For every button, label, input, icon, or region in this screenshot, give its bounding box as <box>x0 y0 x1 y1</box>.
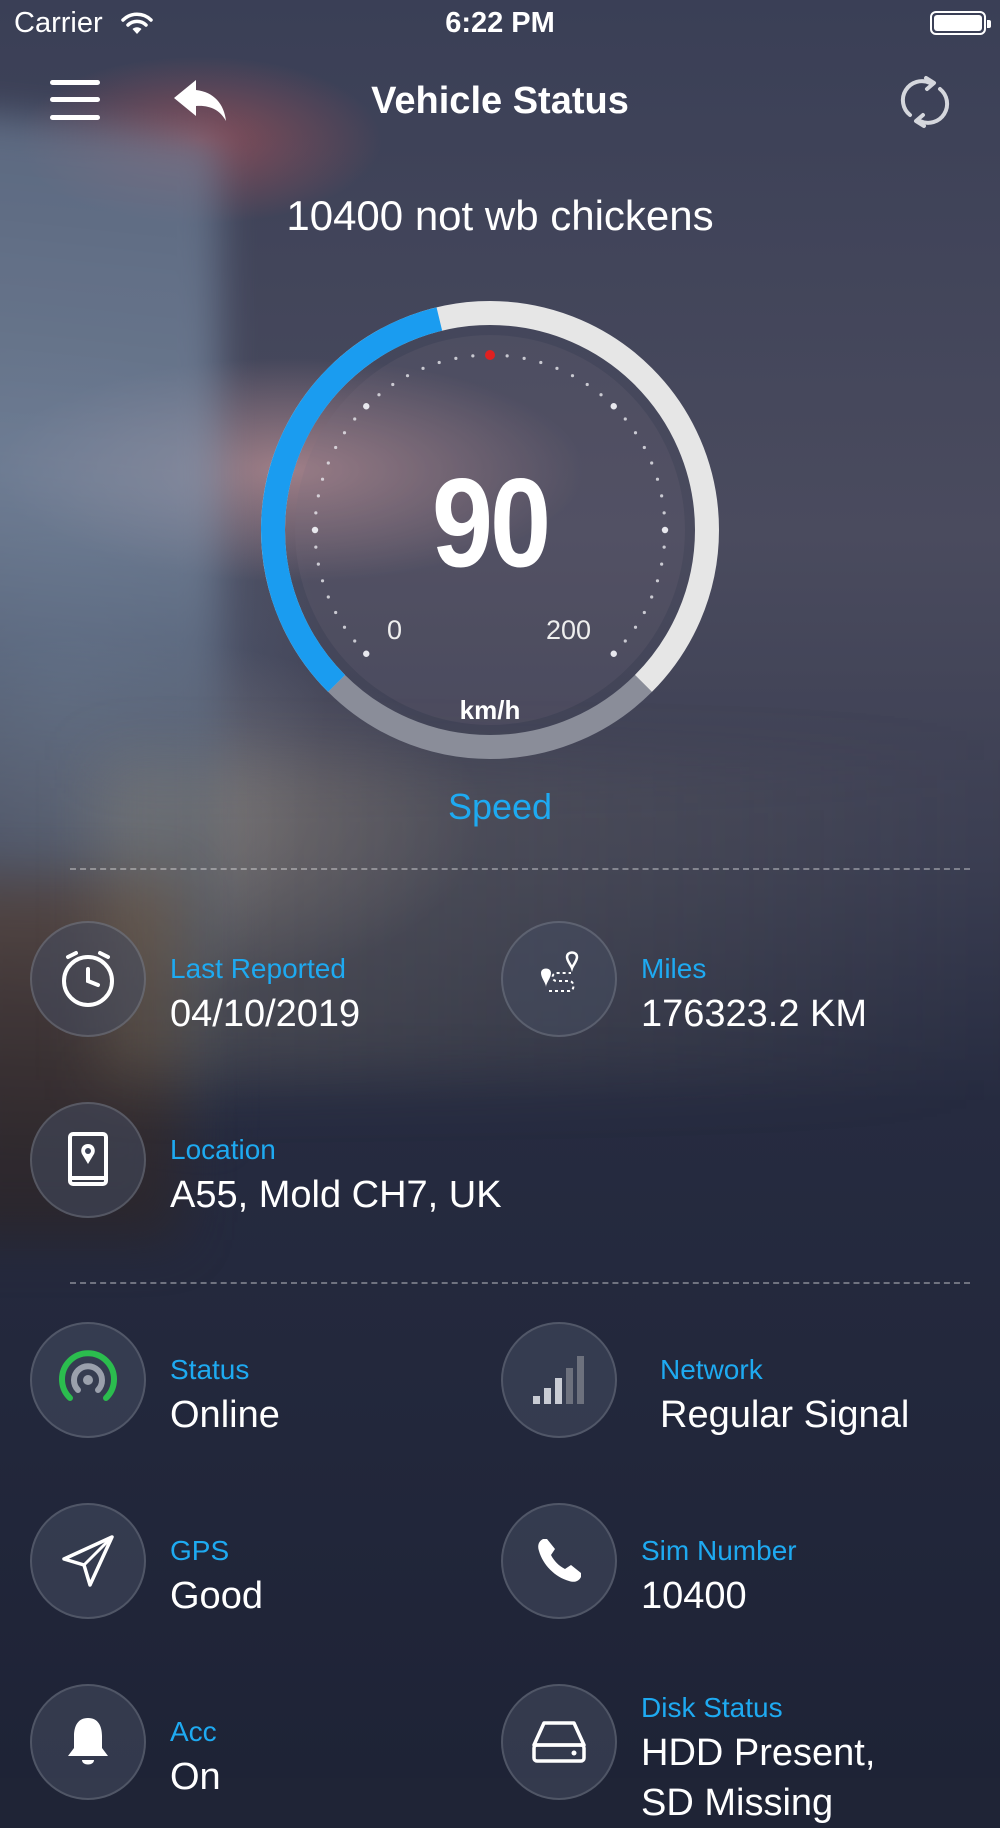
route-icon <box>501 921 617 1037</box>
location-label: Location <box>170 1134 276 1165</box>
signal-bars-icon <box>501 1322 617 1438</box>
gauge-minor-tick <box>437 360 441 365</box>
gauge-minor-tick <box>353 639 357 643</box>
gauge-minor-tick <box>505 354 509 358</box>
gauge-unit: km/h <box>459 695 521 725</box>
acc-label: Acc <box>170 1716 217 1747</box>
disk-status-card: Disk Status HDD Present, SD Missing <box>501 1684 971 1824</box>
disk-status-value-line1: HDD Present, <box>641 1732 876 1774</box>
gauge-minor-tick <box>421 366 425 370</box>
sim-number-card: Sim Number 10400 <box>501 1503 971 1623</box>
sim-number-label: Sim Number <box>641 1535 797 1566</box>
acc-card: Acc On <box>30 1684 470 1804</box>
miles-label: Miles <box>641 953 707 984</box>
gauge-minor-tick <box>642 610 646 615</box>
gauge-major-tick <box>363 403 370 410</box>
gauge-minor-tick <box>623 639 627 643</box>
last-reported-value: 04/10/2019 <box>170 993 361 1035</box>
clock-time: 6:22 PM <box>445 7 555 39</box>
network-value: Regular Signal <box>660 1394 910 1436</box>
gauge-minor-tick <box>633 431 638 435</box>
gauge-minor-tick <box>522 356 526 360</box>
phone-icon <box>501 1503 617 1619</box>
gauge-minor-tick <box>585 382 589 387</box>
gauge-major-tick <box>610 650 617 657</box>
speed-value: 90 <box>431 452 551 595</box>
location-card: Location A55, Mold CH7, UK <box>30 1102 970 1222</box>
gauge-minor-tick <box>342 431 347 435</box>
gauge-minor-tick <box>405 374 410 378</box>
gauge-minor-tick <box>377 393 381 397</box>
gauge-minor-tick <box>642 445 646 450</box>
battery-icon <box>930 11 991 35</box>
miles-value: 176323.2 KM <box>641 993 868 1035</box>
bell-icon <box>30 1684 146 1800</box>
network-label: Network <box>660 1354 763 1385</box>
gauge-top-marker <box>485 350 495 360</box>
section-divider <box>70 868 970 870</box>
gauge-minor-tick <box>391 382 395 387</box>
gauge-minor-tick <box>471 354 475 358</box>
gauge-minor-tick <box>633 625 638 629</box>
gauge-minor-tick <box>334 610 338 615</box>
miles-card: Miles 176323.2 KM <box>501 921 971 1041</box>
online-signal-icon <box>30 1322 146 1438</box>
gauge-major-tick <box>610 403 617 410</box>
disk-status-value-line2: SD Missing <box>641 1782 834 1824</box>
refresh-icon[interactable] <box>890 70 960 134</box>
status-bar: Carrier 6:22 PM <box>0 0 1000 50</box>
disk-status-label: Disk Status <box>641 1692 783 1723</box>
navigation-arrow-icon <box>30 1503 146 1619</box>
navigation-bar: Vehicle Status <box>0 60 1000 140</box>
gauge-minor-tick <box>555 366 559 370</box>
gauge-minor-tick <box>570 374 575 378</box>
clock-icon <box>30 921 146 1037</box>
page-title: Vehicle Status <box>371 80 629 122</box>
acc-value: On <box>170 1756 221 1798</box>
last-reported-card: Last Reported 04/10/2019 <box>30 921 470 1041</box>
gauge-minor-tick <box>342 625 347 629</box>
map-book-icon <box>30 1102 146 1218</box>
disk-status-value: HDD Present, SD Missing <box>641 1728 875 1828</box>
status-card: Status Online <box>30 1322 470 1442</box>
sim-number-value: 10400 <box>641 1575 747 1617</box>
gauge-minor-tick <box>334 445 338 450</box>
gauge-min-label: 0 <box>387 615 403 645</box>
gauge-minor-tick <box>539 360 543 365</box>
gps-label: GPS <box>170 1535 230 1566</box>
status-label: Status <box>170 1354 250 1385</box>
network-card: Network Regular Signal <box>501 1322 971 1442</box>
gauge-major-tick <box>363 650 370 657</box>
status-value: Online <box>170 1394 280 1436</box>
gauge-minor-tick <box>454 356 458 360</box>
gauge-max-label: 200 <box>546 615 592 645</box>
gauge-minor-tick <box>599 393 603 397</box>
location-value: A55, Mold CH7, UK <box>170 1174 502 1216</box>
gauge-minor-tick <box>623 417 627 421</box>
speed-label: Speed <box>447 786 553 827</box>
gauge-minor-tick <box>353 417 357 421</box>
last-reported-label: Last Reported <box>170 953 346 984</box>
gps-value: Good <box>170 1575 263 1617</box>
section-divider <box>70 1282 970 1284</box>
hard-drive-icon <box>501 1684 617 1800</box>
vehicle-name: 10400 not wb chickens <box>286 192 714 239</box>
gps-card: GPS Good <box>30 1503 470 1623</box>
